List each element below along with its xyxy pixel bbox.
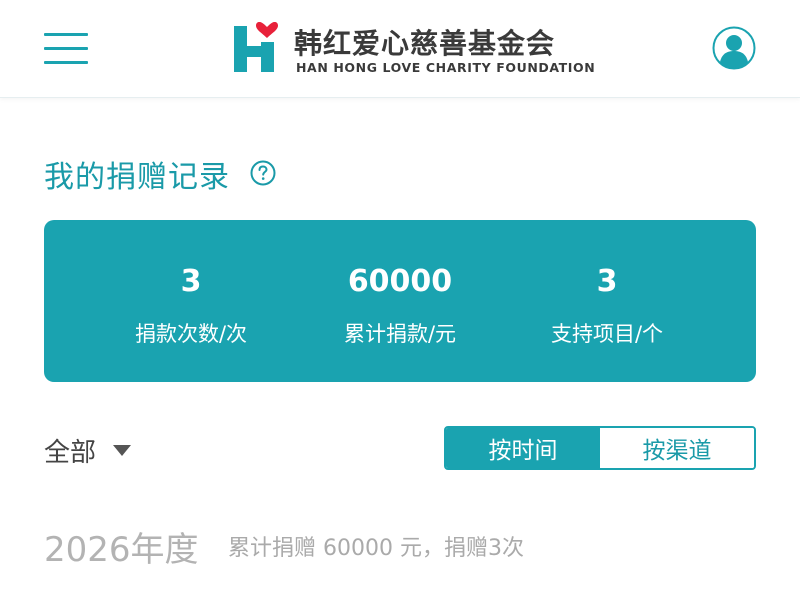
foundation-logo[interactable]: 韩红爱心慈善基金会 HAN HONG LOVE CHARITY FOUNDATI… [234,22,595,78]
year-section-title: 2026年度 [44,530,199,570]
logo-chinese-name: 韩红爱心慈善基金会 [294,27,556,60]
stat-value: 3 [180,264,202,299]
menu-icon[interactable] [44,31,88,65]
sort-toggle: 按时间 按渠道 [444,426,756,470]
question-circle-icon[interactable] [250,160,276,186]
sort-by-time-button[interactable]: 按时间 [446,428,600,468]
menu-bar [44,47,88,50]
stat-label: 累计捐款/元 [343,322,457,346]
stat-label: 捐款次数/次 [134,322,248,346]
app-header: 韩红爱心慈善基金会 HAN HONG LOVE CHARITY FOUNDATI… [0,0,800,98]
stat-value: 3 [596,264,618,299]
stat-donation-count: 3 捐款次数/次 [81,220,301,382]
stat-value: 60000 [347,264,453,299]
donation-stats-card: 3 捐款次数/次 60000 累计捐款/元 3 支持项目/个 [44,220,756,382]
sort-by-channel-button[interactable]: 按渠道 [600,428,754,468]
menu-bar [44,33,88,36]
year-section-summary: 累计捐赠 60000 元，捐赠3次 [228,536,524,561]
filter-selected-label: 全部 [44,438,97,468]
logo-h-heart-icon [234,22,278,72]
stat-projects-supported: 3 支持项目/个 [497,220,717,382]
page-title: 我的捐赠记录 [44,160,230,195]
category-filter-dropdown[interactable]: 全部 [44,432,132,468]
caret-down-icon [113,445,132,456]
stat-total-amount: 60000 累计捐款/元 [290,220,510,382]
logo-english-name: HAN HONG LOVE CHARITY FOUNDATION [296,60,596,75]
stat-label: 支持项目/个 [550,322,664,346]
menu-bar [44,61,88,64]
user-avatar-icon[interactable] [712,26,756,70]
